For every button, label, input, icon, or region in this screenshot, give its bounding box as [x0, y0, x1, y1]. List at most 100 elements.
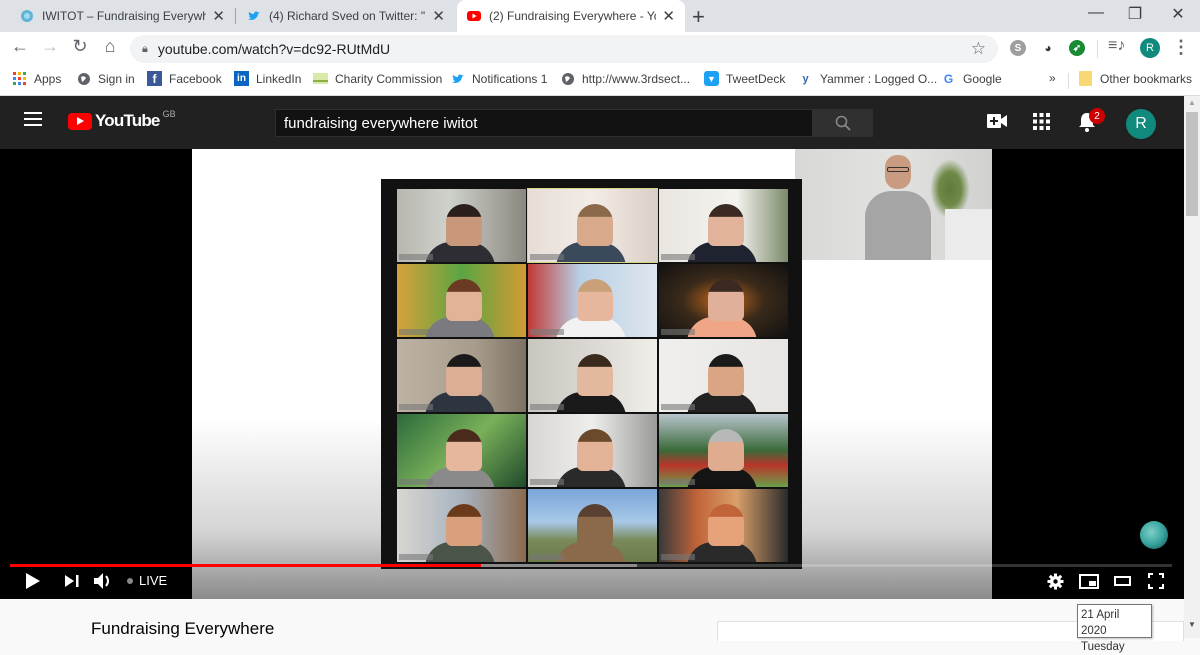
participant-face — [577, 278, 614, 321]
scroll-down-arrow-icon[interactable]: ▼ — [1184, 620, 1200, 632]
participant-name-bar — [661, 404, 695, 410]
browser-toolbar: ← → ↻ ⌂ 🔒︎ youtube.com/watch?v=dc92-RUtM… — [0, 32, 1200, 65]
bookmark-3rdsector[interactable]: http://www.3rdsect... — [560, 71, 690, 86]
chrome-menu-icon[interactable]: ⋮ — [1172, 38, 1190, 56]
participant-face — [446, 203, 483, 246]
youtube-logo[interactable]: YouTube GB — [68, 109, 176, 131]
minimize-button[interactable]: — — [1081, 4, 1111, 22]
play-icon — [26, 573, 40, 589]
participant-name-bar — [399, 329, 433, 335]
participant-video-tile — [397, 489, 526, 562]
facebook-icon: f — [147, 71, 162, 86]
search-icon — [835, 115, 851, 131]
url-text: youtube.com/watch?v=dc92-RUtMdU — [157, 41, 391, 57]
date-tooltip: 21 April 2020 Tuesday — [1077, 604, 1152, 653]
participant-video-tile — [397, 414, 526, 487]
participant-face — [577, 503, 614, 546]
bookmark-google[interactable]: G Google — [941, 71, 1002, 86]
bookmark-apps[interactable]: Apps — [12, 71, 61, 86]
participant-face — [446, 353, 483, 396]
participant-face — [708, 353, 745, 396]
search-button[interactable] — [813, 109, 873, 137]
play-button[interactable] — [22, 570, 44, 592]
toolbar-divider — [1097, 40, 1098, 58]
google-icon: G — [943, 71, 954, 86]
close-tab-icon[interactable]: ✕ — [212, 7, 225, 25]
bookmark-facebook[interactable]: f Facebook — [147, 71, 222, 86]
tab-twitter[interactable]: (4) Richard Sved on Twitter: "Prov ✕ — [237, 0, 455, 32]
tab-strip: IWITOT – Fundraising Everywhere ✕ (4) Ri… — [0, 0, 1200, 32]
page-scrollbar[interactable]: ▲ ▼ — [1184, 96, 1200, 638]
reload-button[interactable]: ↻ — [68, 36, 92, 57]
participant-name-bar — [399, 554, 433, 560]
zoom-call-gallery — [381, 179, 802, 569]
video-player[interactable]: LIVE — [0, 149, 1184, 599]
bookmark-charity-commission[interactable]: Charity Commission — [313, 71, 442, 86]
settings-button[interactable] — [1045, 570, 1065, 592]
bookmark-star-icon[interactable]: ☆ — [971, 39, 986, 59]
address-bar[interactable]: 🔒︎ youtube.com/watch?v=dc92-RUtMdU ☆ — [130, 35, 998, 63]
bookmarks-overflow-button[interactable]: » — [1049, 71, 1056, 85]
participant-face — [577, 353, 614, 396]
tab-iwitot[interactable]: IWITOT – Fundraising Everywhere ✕ — [10, 0, 235, 32]
participant-name-bar — [399, 404, 433, 410]
close-tab-icon[interactable]: ✕ — [432, 7, 445, 25]
participant-face — [577, 203, 614, 246]
tweetdeck-icon: ▼ — [704, 71, 719, 86]
progress-played — [10, 564, 481, 567]
new-tab-button[interactable]: + — [692, 4, 705, 30]
guide-menu-icon[interactable] — [24, 112, 42, 126]
next-button[interactable] — [62, 570, 82, 592]
miniplayer-button[interactable] — [1078, 570, 1100, 592]
bookmark-other[interactable]: Other bookmarks — [1078, 71, 1192, 86]
tab-title: (2) Fundraising Everywhere - You — [489, 9, 657, 23]
channel-watermark-icon[interactable] — [1140, 521, 1168, 549]
tooltip-weekday: Tuesday — [1081, 641, 1125, 653]
media-controls-icon[interactable]: ≡♪ — [1108, 37, 1125, 55]
apps-icon[interactable] — [1033, 113, 1050, 135]
fullscreen-button[interactable] — [1146, 570, 1166, 592]
close-tab-icon[interactable]: ✕ — [662, 7, 675, 25]
profile-avatar[interactable]: R — [1140, 38, 1160, 58]
bookmark-linkedin[interactable]: in LinkedIn — [234, 71, 301, 86]
runner-extension-icon[interactable]: ➶ — [1069, 40, 1085, 56]
participant-video-tile — [659, 414, 788, 487]
participant-video-tile — [528, 489, 657, 562]
bookmark-tweetdeck[interactable]: ▼ TweetDeck — [704, 71, 785, 86]
speaker-webcam-feed — [795, 149, 992, 260]
bookmark-notifications[interactable]: Notifications 1 — [450, 71, 547, 86]
tab-youtube[interactable]: (2) Fundraising Everywhere - You ✕ — [457, 0, 685, 32]
live-indicator[interactable]: LIVE — [127, 573, 167, 588]
volume-icon — [94, 573, 109, 589]
speaker-body — [865, 191, 931, 260]
bookmark-yammer[interactable]: y Yammer : Logged O... — [798, 71, 937, 86]
yammer-icon: y — [802, 72, 809, 85]
bookmark-sign-in[interactable]: Sign in — [76, 71, 135, 86]
globe-icon — [76, 71, 91, 86]
close-window-button[interactable]: ✕ — [1163, 4, 1193, 24]
tab-divider — [235, 8, 236, 24]
participant-video-tile — [659, 339, 788, 412]
create-video-icon[interactable] — [987, 114, 1007, 133]
search-input[interactable]: fundraising everywhere iwitot — [275, 109, 813, 137]
participant-video-tile — [528, 339, 657, 412]
participant-face — [446, 428, 483, 471]
twitter-icon — [450, 71, 465, 86]
globe-extension-icon[interactable]: ◕ — [1040, 40, 1056, 56]
restore-button[interactable]: ❐ — [1120, 4, 1150, 24]
miniplayer-icon — [1079, 573, 1099, 589]
skype-extension-icon[interactable]: S — [1010, 40, 1026, 56]
scroll-thumb[interactable] — [1186, 112, 1198, 216]
progress-bar[interactable] — [10, 564, 1172, 567]
account-avatar[interactable]: R — [1126, 109, 1156, 139]
tab-title: (4) Richard Sved on Twitter: "Prov — [269, 9, 426, 23]
forward-button[interactable]: → — [38, 36, 62, 57]
theater-mode-button[interactable] — [1112, 570, 1132, 592]
globe-icon — [20, 9, 34, 23]
youtube-play-icon — [68, 112, 92, 130]
scroll-up-arrow-icon[interactable]: ▲ — [1184, 98, 1200, 110]
gear-icon — [1047, 573, 1063, 589]
back-button[interactable]: ← — [8, 36, 32, 57]
home-button[interactable]: ⌂ — [98, 36, 122, 57]
mute-button[interactable] — [92, 570, 116, 592]
